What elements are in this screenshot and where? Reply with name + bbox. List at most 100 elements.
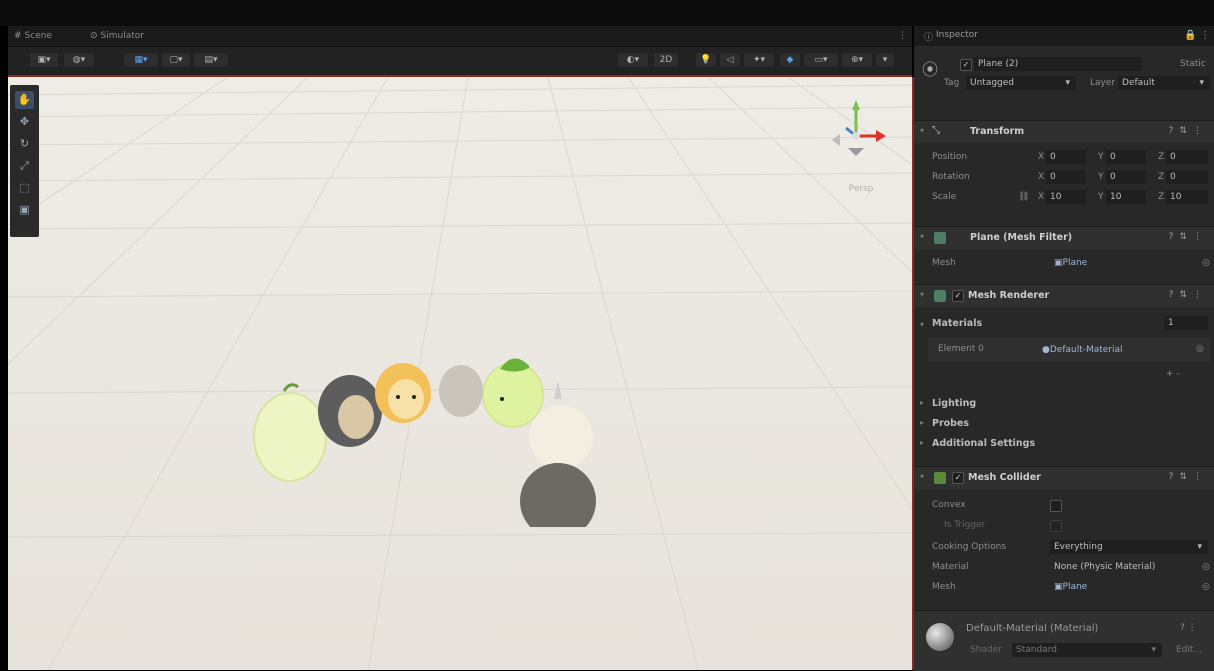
hidden-objects-icon[interactable]: ◆ bbox=[780, 53, 800, 67]
scene-characters[interactable] bbox=[238, 327, 608, 527]
object-picker-icon[interactable]: ◎ bbox=[1202, 258, 1210, 268]
cooking-options-dropdown[interactable]: Everything ▾ bbox=[1050, 540, 1208, 554]
transform-title: Transform bbox=[970, 126, 1025, 137]
scene-viewport[interactable] bbox=[8, 77, 912, 670]
camera-settings-dropdown[interactable]: ▭▾ bbox=[804, 53, 838, 67]
tag-label: Tag bbox=[944, 78, 960, 88]
position-x-field[interactable]: 0 bbox=[1046, 150, 1086, 164]
rotation-x-field[interactable]: 0 bbox=[1046, 170, 1086, 184]
component-menu-icons[interactable]: ?⇅⋮ bbox=[1169, 232, 1208, 242]
tab-scene[interactable]: # Scene bbox=[14, 29, 52, 43]
object-picker-icon[interactable]: ◎ bbox=[1202, 582, 1210, 592]
draw-mode-icon: ▣ bbox=[37, 55, 46, 65]
tool-palette: ✋ ✥ ↻ ⤢ ⬚ ▣ bbox=[10, 85, 39, 237]
shader-label: Shader bbox=[970, 645, 1002, 655]
snap-icon: ▢ bbox=[169, 55, 178, 65]
projection-label[interactable]: Persp bbox=[826, 184, 896, 194]
component-menu-icons[interactable]: ?⇅⋮ bbox=[1169, 290, 1208, 300]
mesh-renderer-header[interactable]: ▾ ✓ Mesh Renderer ?⇅⋮ bbox=[914, 284, 1214, 307]
component-menu-icons[interactable]: ?⇅⋮ bbox=[1169, 472, 1208, 482]
is-trigger-checkbox[interactable] bbox=[1050, 520, 1062, 532]
view-tool-hand-icon[interactable]: ✋ bbox=[15, 91, 34, 109]
collider-mesh-field[interactable]: ▣Plane bbox=[1050, 580, 1200, 594]
scale-tool-icon[interactable]: ⤢ bbox=[15, 157, 34, 175]
layer-label: Layer bbox=[1090, 78, 1116, 88]
link-icon[interactable]: ⛓ bbox=[1018, 192, 1029, 202]
melon-leaf-icon bbox=[282, 383, 299, 392]
object-picker-icon[interactable]: ◎ bbox=[1202, 562, 1210, 572]
material-sphere-icon bbox=[926, 623, 954, 651]
orientation-gizmo[interactable]: Persp bbox=[826, 96, 896, 194]
materials-label[interactable]: Materials bbox=[932, 318, 982, 329]
object-name-field[interactable]: Plane (2) bbox=[974, 57, 1142, 71]
material-help-icon[interactable]: ? ⋮ bbox=[1180, 623, 1197, 633]
grid-icon: ▦ bbox=[134, 55, 143, 65]
transform-tool-icon[interactable]: ▣ bbox=[15, 201, 34, 219]
mesh-renderer-icon bbox=[934, 290, 946, 302]
tag-dropdown[interactable]: Untagged ▾ bbox=[966, 76, 1076, 90]
2d-toggle-button[interactable]: 2D bbox=[654, 53, 678, 67]
mesh-filter-icon bbox=[934, 232, 946, 244]
mesh-filter-header[interactable]: ▾ Plane (Mesh Filter) ?⇅⋮ bbox=[914, 226, 1214, 249]
rotation-y-field[interactable]: 0 bbox=[1106, 170, 1146, 184]
rotation-z-field[interactable]: 0 bbox=[1166, 170, 1208, 184]
increment-icon: ▤ bbox=[204, 55, 213, 65]
scene-toolbar: ▣▾ ◍▾ ▦▾ ▢▾ ▤▾ ◐▾ 2D 💡 ◁ ✦▾ ◆ ▭▾ ⊕▾ ▾ bbox=[8, 47, 912, 77]
additional-settings-foldout[interactable]: Additional Settings bbox=[932, 438, 1035, 449]
lighting-foldout[interactable]: Lighting bbox=[932, 398, 976, 409]
camera-icon: ▭ bbox=[814, 55, 823, 65]
layer-dropdown[interactable]: Default ▾ bbox=[1118, 76, 1210, 90]
chevron-down-icon: ▾ bbox=[1197, 542, 1202, 552]
materials-count-field[interactable]: 1 bbox=[1164, 316, 1208, 330]
collider-mesh-label: Mesh bbox=[932, 582, 956, 592]
mesh-object-field[interactable]: ▣Plane bbox=[1050, 256, 1200, 270]
rotate-tool-icon[interactable]: ↻ bbox=[15, 135, 34, 153]
position-z-field[interactable]: 0 bbox=[1166, 150, 1208, 164]
component-menu-icons[interactable]: ?⇅⋮ bbox=[1169, 126, 1208, 136]
increment-dropdown[interactable]: ▤▾ bbox=[194, 53, 228, 67]
probes-foldout[interactable]: Probes bbox=[932, 418, 969, 429]
lock-icon[interactable]: 🔒 bbox=[1184, 30, 1196, 41]
element-0-material-field[interactable]: ●Default-Material bbox=[1038, 343, 1188, 357]
add-remove-buttons[interactable]: + - bbox=[1166, 369, 1180, 379]
mesh-collider-enabled-checkbox[interactable]: ✓ bbox=[952, 472, 964, 484]
transform-header[interactable]: ▾ ⤡ Transform ?⇅⋮ bbox=[914, 120, 1214, 143]
expand-caret-icon: ▾ bbox=[920, 320, 925, 329]
melon-character bbox=[253, 392, 327, 482]
edit-shader-button[interactable]: Edit... bbox=[1176, 645, 1202, 655]
element-0-label: Element 0 bbox=[938, 344, 984, 354]
toolbar-overflow-dropdown[interactable]: ▾ bbox=[876, 53, 894, 67]
scale-z-field[interactable]: 10 bbox=[1166, 190, 1208, 204]
tab-inspector[interactable]: Inspector bbox=[936, 30, 978, 40]
material-title[interactable]: Default-Material (Material) bbox=[966, 623, 1098, 634]
camera-dropdown[interactable]: ◐▾ bbox=[618, 53, 648, 67]
scale-y-field[interactable]: 10 bbox=[1106, 190, 1146, 204]
expand-caret-icon: ▾ bbox=[920, 290, 925, 299]
scale-x-field[interactable]: 10 bbox=[1046, 190, 1086, 204]
grey-ball-character bbox=[439, 365, 483, 417]
active-checkbox[interactable]: ✓ bbox=[960, 59, 972, 71]
audio-toggle-icon[interactable]: ◁ bbox=[720, 53, 740, 67]
physic-material-field[interactable]: None (Physic Material) bbox=[1050, 560, 1200, 574]
position-y-field[interactable]: 0 bbox=[1106, 150, 1146, 164]
gizmos-dropdown[interactable]: ⊕▾ bbox=[842, 53, 872, 67]
convex-checkbox[interactable] bbox=[1050, 500, 1062, 512]
inspector-tab-bar: ⓘ Inspector 🔒 ⋮ bbox=[914, 26, 1214, 46]
effects-dropdown[interactable]: ✦▾ bbox=[744, 53, 774, 67]
object-picker-icon[interactable]: ◎ bbox=[1196, 344, 1204, 354]
static-label[interactable]: Static bbox=[1180, 59, 1206, 69]
shader-dropdown[interactable]: Standard ▾ bbox=[1012, 643, 1162, 657]
inspector-more-icon[interactable]: ⋮ bbox=[1200, 30, 1210, 41]
draw-mode-dropdown[interactable]: ▣▾ bbox=[30, 53, 58, 67]
tab-simulator[interactable]: ⊙ Simulator bbox=[90, 29, 144, 43]
lighting-toggle-icon[interactable]: 💡 bbox=[696, 53, 716, 67]
rect-tool-icon[interactable]: ⬚ bbox=[15, 179, 34, 197]
mesh-collider-header[interactable]: ▾ ✓ Mesh Collider ?⇅⋮ bbox=[914, 466, 1214, 489]
chevron-down-icon: ▾ bbox=[1065, 78, 1070, 88]
snap-dropdown[interactable]: ▢▾ bbox=[162, 53, 190, 67]
more-options-icon[interactable]: ⋮ bbox=[898, 29, 907, 43]
move-tool-icon[interactable]: ✥ bbox=[15, 113, 34, 131]
grid-dropdown[interactable]: ▦▾ bbox=[124, 53, 158, 67]
render-mode-dropdown[interactable]: ◍▾ bbox=[64, 53, 94, 67]
mesh-renderer-enabled-checkbox[interactable]: ✓ bbox=[952, 290, 964, 302]
